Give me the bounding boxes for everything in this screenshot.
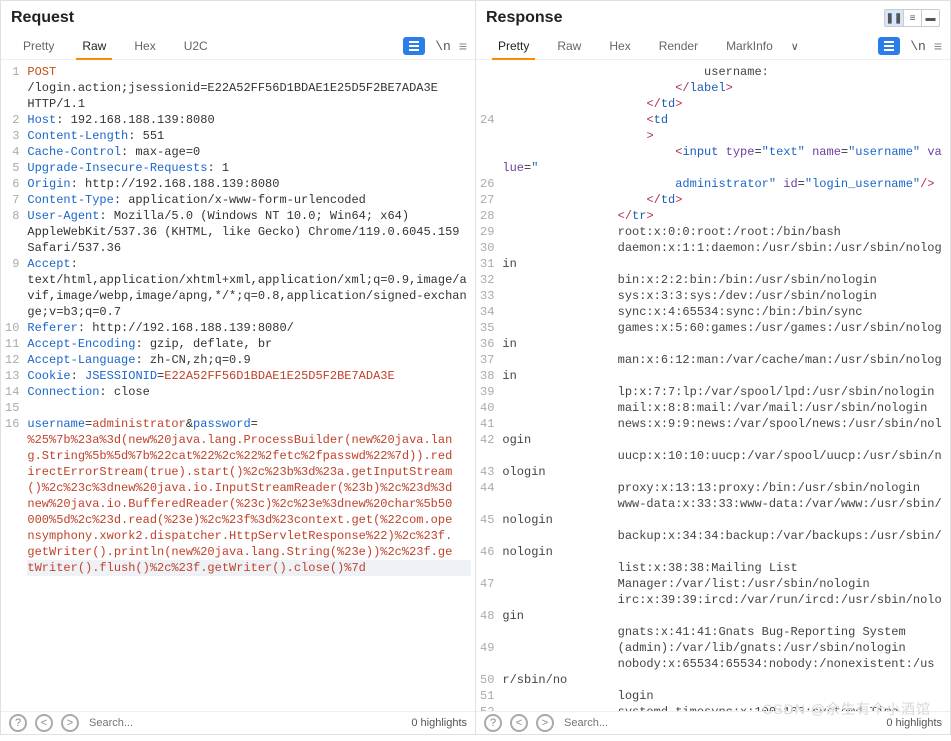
next-icon[interactable]: > — [61, 714, 79, 732]
newline-icon[interactable]: \n — [435, 39, 451, 54]
split-container: Request Pretty Raw Hex U2C \n ≡ 12345678… — [0, 0, 951, 735]
request-footer: ? < > 0 highlights — [1, 711, 475, 734]
response-tabs: Pretty Raw Hex Render MarkInfo ∨ \n ≡ — [476, 33, 950, 60]
response-panel: Response ❚❚ ≡ ▬ Pretty Raw Hex Render Ma… — [476, 0, 951, 735]
hamburger-icon-resp[interactable]: ≡ — [934, 38, 942, 54]
response-footer: ? < > 0 highlights — [476, 711, 950, 734]
search-icon[interactable]: ? — [9, 714, 27, 732]
tab-hex[interactable]: Hex — [120, 33, 169, 59]
tab-render-resp[interactable]: Render — [645, 33, 712, 59]
chevron-down-icon[interactable]: ∨ — [791, 40, 799, 53]
request-title: Request — [11, 9, 74, 27]
tab-pretty-resp[interactable]: Pretty — [484, 33, 543, 59]
request-body[interactable]: POST/login.action;jsessionid=E22A52FF56D… — [25, 60, 475, 711]
search-input-resp[interactable] — [562, 716, 718, 730]
request-gutter: 12345678910111213141516 — [1, 60, 25, 711]
layout-split-icon[interactable]: ❚❚ — [885, 10, 903, 26]
response-body[interactable]: username: </label> </td> <td > <input ty… — [500, 60, 950, 711]
tab-markinfo-resp[interactable]: MarkInfo — [712, 33, 787, 59]
actions-icon-resp[interactable] — [878, 37, 900, 55]
response-editor[interactable]: 2426272829303132333435363738394041424344… — [476, 60, 950, 711]
layout-stack-icon[interactable]: ≡ — [903, 10, 921, 26]
response-title-bar: Response ❚❚ ≡ ▬ — [476, 1, 950, 33]
highlights-count-resp: 0 highlights — [886, 717, 942, 729]
tab-raw-resp[interactable]: Raw — [543, 33, 595, 59]
next-icon-resp[interactable]: > — [536, 714, 554, 732]
tab-hex-resp[interactable]: Hex — [595, 33, 644, 59]
prev-icon[interactable]: < — [35, 714, 53, 732]
highlights-count: 0 highlights — [411, 717, 467, 729]
request-title-bar: Request — [1, 1, 475, 33]
newline-icon-resp[interactable]: \n — [910, 39, 926, 54]
request-tabs: Pretty Raw Hex U2C \n ≡ — [1, 33, 475, 60]
search-icon-resp[interactable]: ? — [484, 714, 502, 732]
response-title: Response — [486, 9, 562, 27]
tab-pretty[interactable]: Pretty — [9, 33, 68, 59]
request-editor[interactable]: 12345678910111213141516 POST/login.actio… — [1, 60, 475, 711]
response-gutter: 2426272829303132333435363738394041424344… — [476, 60, 500, 711]
actions-icon[interactable] — [403, 37, 425, 55]
hamburger-icon[interactable]: ≡ — [459, 38, 467, 54]
tab-raw[interactable]: Raw — [68, 33, 120, 59]
prev-icon-resp[interactable]: < — [510, 714, 528, 732]
search-input[interactable] — [87, 716, 243, 730]
layout-toggle[interactable]: ❚❚ ≡ ▬ — [884, 9, 940, 27]
tab-u2c[interactable]: U2C — [170, 33, 222, 59]
request-panel: Request Pretty Raw Hex U2C \n ≡ 12345678… — [0, 0, 476, 735]
layout-single-icon[interactable]: ▬ — [921, 10, 939, 26]
